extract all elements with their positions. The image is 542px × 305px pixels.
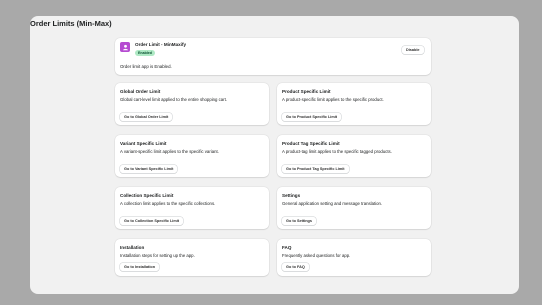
app-frame: Order Limits (Min-Max) Order Limit - Min… — [30, 16, 519, 294]
feature-title: Collection Specific Limit — [120, 193, 174, 198]
go-to-settings-button[interactable]: Go to Settings — [282, 217, 316, 225]
feature-description: A product-specific limit applies to the … — [282, 97, 384, 102]
go-to-collection-specific-limit-button[interactable]: Go to Collection Specific Limit — [120, 217, 184, 225]
feature-card-faq: FAQ Frequently asked questions for app. … — [277, 239, 431, 276]
feature-description: Global cart-level limit applied to the e… — [120, 97, 228, 102]
go-to-variant-specific-limit-button[interactable]: Go to Variant Specific Limit — [120, 165, 178, 173]
feature-card-variant-specific-limit: Variant Specific Limit A variant-specifi… — [115, 135, 269, 177]
page-title: Order Limits (Min-Max) — [30, 19, 112, 28]
go-to-faq-button[interactable]: Go to FAQ — [282, 263, 309, 271]
feature-title: Global Order Limit — [120, 89, 161, 94]
feature-card-global-order-limit: Global Order Limit Global cart-level lim… — [115, 83, 269, 125]
app-status-text: Order limit app is Enabled. — [120, 64, 172, 69]
feature-title: FAQ — [282, 245, 292, 250]
feature-title: Settings — [282, 193, 301, 198]
feature-description: Installation steps for setting up the ap… — [120, 253, 195, 258]
feature-description: A variant-specific limit applies to the … — [120, 149, 219, 154]
feature-card-settings: Settings General application setting and… — [277, 187, 431, 229]
feature-title: Product Specific Limit — [282, 89, 331, 94]
feature-description: A collection limit applies to the specif… — [120, 201, 216, 206]
app-name: Order Limit - MinMaxify — [135, 42, 187, 47]
feature-description: General application setting and message … — [282, 201, 383, 206]
feature-card-installation: Installation Installation steps for sett… — [115, 239, 269, 276]
app-status-card: Order Limit - MinMaxify Enabled Order li… — [115, 38, 431, 75]
status-badge: Enabled — [135, 50, 155, 56]
feature-card-product-specific-limit: Product Specific Limit A product-specifi… — [277, 83, 431, 125]
person-icon — [120, 42, 130, 52]
feature-description: Frequently asked questions for app. — [282, 253, 351, 258]
go-to-product-tag-specific-limit-button[interactable]: Go to Product Tag Specific Limit — [282, 165, 349, 173]
disable-button[interactable]: Disable — [402, 46, 424, 54]
feature-title: Variant Specific Limit — [120, 141, 167, 146]
feature-title: Product Tag Specific Limit — [282, 141, 340, 146]
feature-card-product-tag-specific-limit: Product Tag Specific Limit A product-tag… — [277, 135, 431, 177]
feature-title: Installation — [120, 245, 145, 250]
go-to-global-order-limit-button[interactable]: Go to Global Order Limit — [120, 113, 173, 121]
feature-description: A product-tag limit applies to the speci… — [282, 149, 392, 154]
go-to-installation-button[interactable]: Go to Installation — [120, 263, 160, 271]
go-to-product-specific-limit-button[interactable]: Go to Product Specific Limit — [282, 113, 342, 121]
feature-card-collection-specific-limit: Collection Specific Limit A collection l… — [115, 187, 269, 229]
